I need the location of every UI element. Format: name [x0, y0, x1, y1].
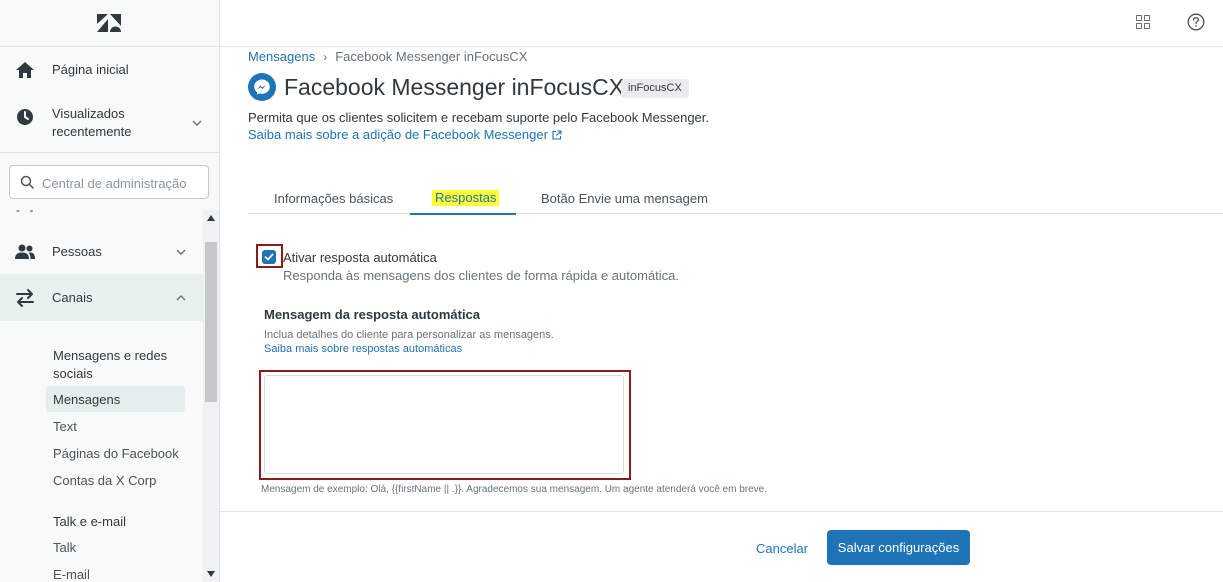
learn-more-link-text: Saiba mais sobre a adição de Facebook Me…	[248, 127, 548, 142]
sidebar-subitem-talk[interactable]: Talk	[53, 539, 76, 557]
home-icon	[16, 62, 34, 78]
sidebar-divider	[0, 46, 219, 47]
tabs-divider	[248, 213, 1223, 214]
sidebar-subitem-messaging[interactable]: Mensagens	[53, 391, 120, 409]
sidebar-subitem-text[interactable]: Text	[53, 418, 77, 436]
chevron-up-icon	[176, 295, 186, 301]
sidebar-item-channels[interactable]: Canais	[0, 286, 219, 310]
auto-reply-hint: Responda às mensagens dos clientes de fo…	[283, 268, 680, 283]
search-icon	[20, 175, 35, 190]
page-title: Facebook Messenger inFocusCX	[284, 74, 625, 100]
sidebar-item-home[interactable]: Página inicial	[0, 58, 219, 82]
footer-divider	[220, 511, 1223, 512]
chevron-right-icon: ›	[323, 49, 328, 64]
facebook-messenger-icon	[248, 73, 276, 101]
auto-reply-checkbox[interactable]	[262, 250, 276, 264]
learn-more-link[interactable]: Saiba mais sobre a adição de Facebook Me…	[248, 127, 562, 143]
chevron-down-icon	[192, 120, 202, 126]
message-field-hint: Inclua detalhes do cliente para personal…	[264, 329, 554, 341]
sidebar-subitem-facebook-pages[interactable]: Páginas do Facebook	[53, 445, 179, 463]
account-badge: inFocusCX	[621, 79, 689, 98]
tab-responses-label: Respostas	[432, 190, 500, 206]
zendesk-logo-icon[interactable]	[96, 12, 122, 34]
example-message: Mensagem de exemplo: Olá, {{firstName ||…	[261, 484, 768, 495]
chevron-down-icon	[176, 249, 186, 255]
cancel-button[interactable]: Cancelar	[748, 531, 816, 565]
auto-reply-learn-more-link[interactable]: Saiba mais sobre respostas automáticas	[264, 343, 462, 356]
topbar-divider	[220, 46, 1223, 47]
sidebar-section-messaging: Mensagens e redes sociais	[53, 348, 168, 381]
breadcrumb: Mensagens › Facebook Messenger inFocusCX	[248, 49, 527, 64]
breadcrumb-parent-link[interactable]: Mensagens	[248, 49, 315, 64]
auto-reply-message-textarea[interactable]	[264, 375, 624, 474]
tab-send-message-button[interactable]: Botão Envie uma mensagem	[541, 190, 708, 207]
message-field-label: Mensagem da resposta automática	[264, 307, 481, 322]
tab-active-indicator	[410, 213, 516, 215]
clock-icon	[17, 109, 33, 125]
tab-responses[interactable]: Respostas	[410, 186, 516, 215]
check-icon	[264, 253, 274, 261]
external-link-icon	[552, 130, 562, 140]
people-icon	[15, 244, 35, 259]
sidebar-subitem-email[interactable]: E-mail	[53, 566, 90, 582]
sidebar-divider	[0, 152, 219, 153]
sidebar-section-talk: Talk e e-mail	[53, 514, 126, 529]
tab-basic-info[interactable]: Informações básicas	[274, 190, 393, 207]
sidebar-item-label: Pessoas	[52, 244, 102, 259]
sidebar-item-label: Canais	[52, 290, 93, 305]
scroll-down-icon[interactable]	[207, 571, 215, 577]
page-description: Permita que os clientes solicitem e rece…	[248, 110, 710, 125]
sidebar-item-label: Página inicial	[52, 62, 129, 77]
sidebar-subitem-x-corp[interactable]: Contas da X Corp	[53, 472, 156, 490]
grid-icon[interactable]	[1136, 15, 1150, 29]
arrows-swap-icon	[16, 289, 34, 307]
save-settings-button[interactable]: Salvar configurações	[827, 530, 970, 565]
sidebar: Página inicial Visualizados recentemente…	[0, 0, 220, 582]
sidebar-search	[9, 165, 209, 199]
scroll-up-icon[interactable]	[207, 215, 215, 221]
auto-reply-label: Ativar resposta automática	[283, 250, 437, 265]
sidebar-item-people[interactable]: Pessoas	[0, 240, 219, 264]
scrollbar-thumb[interactable]	[205, 242, 217, 402]
search-input[interactable]	[42, 173, 202, 193]
breadcrumb-current: Facebook Messenger inFocusCX	[335, 49, 528, 64]
sidebar-item-recent[interactable]: Visualizados recentemente	[0, 104, 219, 142]
sidebar-item-label: Visualizados recentemente	[52, 106, 132, 139]
help-circle-icon[interactable]	[1187, 13, 1205, 31]
truncated-item: - -	[16, 203, 37, 217]
